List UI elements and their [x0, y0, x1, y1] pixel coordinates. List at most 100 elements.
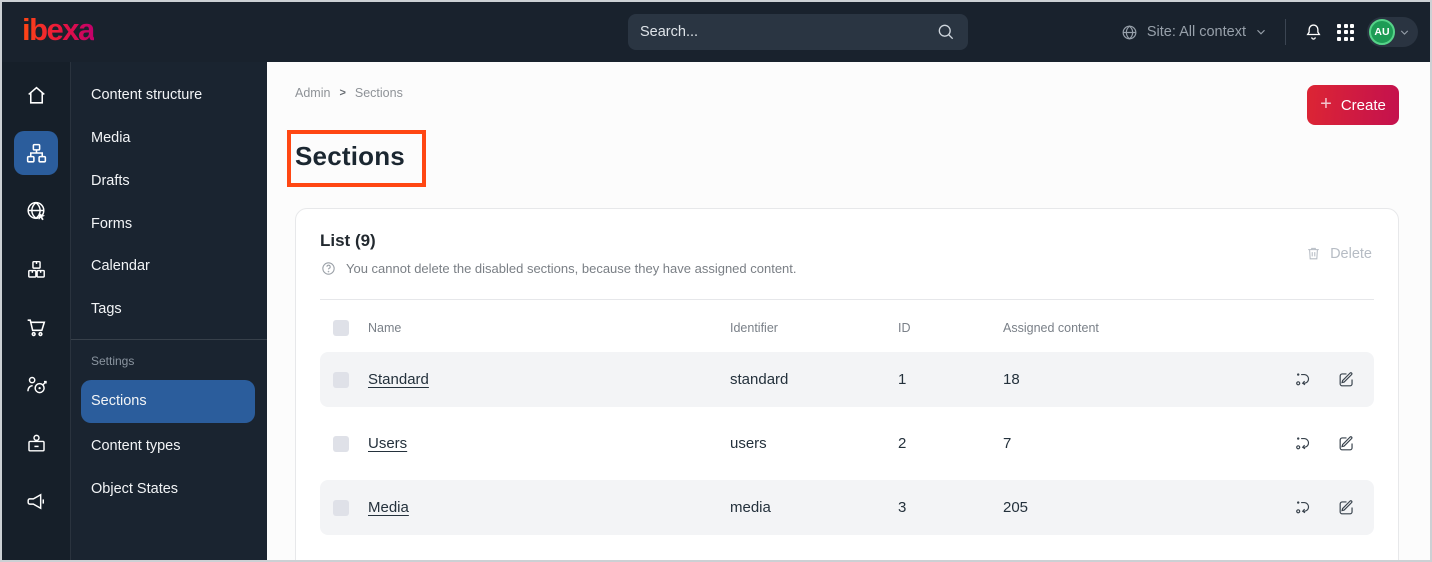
section-assigned-content: 18 — [1003, 371, 1020, 388]
megaphone-icon — [24, 489, 49, 514]
app-switcher-button[interactable] — [1337, 23, 1354, 41]
main-content: Admin > Sections + Create Sections List … — [267, 62, 1430, 560]
chevron-down-icon — [1398, 26, 1411, 39]
rail-item-dashboard[interactable] — [14, 73, 58, 117]
menu-item-calendar[interactable]: Calendar — [71, 245, 267, 288]
breadcrumb-admin[interactable]: Admin — [295, 86, 330, 100]
edit-button[interactable] — [1337, 434, 1356, 453]
secondary-menu: Content structure Media Drafts Forms Cal… — [70, 62, 267, 560]
ibexa-logo[interactable]: ibexa — [22, 14, 95, 45]
breadcrumb: Admin > Sections — [295, 86, 1430, 100]
badge-icon — [24, 431, 49, 456]
table-divider — [320, 299, 1374, 300]
menu-item-content-types[interactable]: Content types — [71, 425, 267, 468]
search-input[interactable] — [640, 24, 936, 40]
globe-cursor-icon — [24, 199, 49, 224]
menu-divider — [71, 339, 267, 341]
table-row: Users users 2 7 — [320, 416, 1374, 471]
list-title: List (9) — [320, 231, 376, 250]
section-identifier: media — [730, 499, 771, 516]
audience-target-icon — [24, 373, 49, 398]
menu-item-media[interactable]: Media — [71, 117, 267, 160]
edit-icon — [1337, 498, 1356, 517]
rail-item-marketing[interactable] — [14, 479, 58, 523]
help-icon — [320, 260, 337, 277]
column-header-identifier: Identifier — [730, 321, 778, 335]
cart-icon — [24, 315, 49, 340]
row-checkbox[interactable] — [333, 371, 349, 388]
site-context-selector[interactable]: Site: All context — [1120, 23, 1268, 42]
delete-button[interactable]: Delete — [1305, 245, 1372, 262]
row-checkbox[interactable] — [333, 435, 349, 452]
edit-button[interactable] — [1337, 498, 1356, 517]
page-title: Sections — [295, 141, 405, 171]
boxes-icon — [24, 257, 49, 282]
assign-content-icon — [1294, 370, 1313, 389]
icon-rail — [2, 62, 70, 560]
edit-button[interactable] — [1337, 370, 1356, 389]
delete-button-label: Delete — [1330, 245, 1372, 262]
trash-icon — [1305, 245, 1322, 262]
table-row: Media media 3 205 — [320, 480, 1374, 535]
assign-content-icon — [1294, 434, 1313, 453]
create-button[interactable]: + Create — [1307, 85, 1399, 125]
menu-item-forms[interactable]: Forms — [71, 203, 267, 246]
breadcrumb-separator: > — [339, 87, 346, 99]
avatar[interactable]: AU — [1369, 19, 1395, 45]
row-checkbox[interactable] — [333, 499, 349, 516]
assign-content-button[interactable] — [1294, 498, 1313, 517]
select-all-checkbox[interactable] — [333, 320, 349, 336]
edit-icon — [1337, 370, 1356, 389]
global-search[interactable] — [628, 14, 968, 50]
home-icon — [24, 83, 49, 108]
title-annotation-box: Sections — [287, 130, 426, 187]
section-id: 2 — [898, 435, 907, 452]
topbar-divider — [1285, 19, 1286, 45]
section-name-link[interactable]: Standard — [368, 371, 730, 388]
list-info-text: You cannot delete the disabled sections,… — [346, 261, 797, 276]
menu-item-content-structure[interactable]: Content structure — [71, 74, 267, 117]
table-header: Name Identifier ID Assigned content — [320, 312, 1374, 344]
assign-content-icon — [1294, 498, 1313, 517]
topbar-right-cluster: Site: All context AU — [1120, 2, 1418, 62]
app-grid-icon — [1337, 23, 1354, 41]
menu-group-settings: Settings — [91, 354, 135, 369]
top-bar: ibexa Site: All context — [2, 2, 1430, 62]
section-identifier: users — [730, 435, 767, 452]
sections-list-card: List (9) You cannot delete the disabled … — [295, 208, 1399, 560]
sitemap-icon — [24, 141, 49, 166]
menu-item-sections[interactable]: Sections — [81, 380, 255, 423]
rail-item-site[interactable] — [14, 189, 58, 233]
rail-item-content[interactable] — [14, 131, 58, 175]
search-icon[interactable] — [936, 22, 956, 42]
section-name-link[interactable]: Users — [368, 435, 730, 452]
column-header-name: Name — [368, 321, 402, 335]
section-id: 3 — [898, 499, 907, 516]
rail-item-corporate[interactable] — [14, 421, 58, 465]
section-assigned-content: 205 — [1003, 499, 1029, 516]
assign-content-button[interactable] — [1294, 434, 1313, 453]
rail-item-personalization[interactable] — [14, 363, 58, 407]
globe-icon — [1120, 23, 1139, 42]
section-identifier: standard — [730, 371, 789, 388]
section-id: 1 — [898, 371, 907, 388]
chevron-down-icon — [1254, 25, 1268, 39]
menu-item-tags[interactable]: Tags — [71, 288, 267, 331]
plus-icon: + — [1320, 93, 1332, 115]
assign-content-button[interactable] — [1294, 370, 1313, 389]
menu-item-drafts[interactable]: Drafts — [71, 160, 267, 203]
rail-item-commerce[interactable] — [14, 305, 58, 349]
app-window: ibexa Site: All context — [0, 0, 1432, 562]
column-header-assigned: Assigned content — [1003, 321, 1099, 335]
create-button-label: Create — [1340, 96, 1386, 114]
section-name-link[interactable]: Media — [368, 499, 730, 516]
site-context-label: Site: All context — [1146, 24, 1246, 40]
notifications-button[interactable] — [1303, 22, 1324, 43]
column-header-id: ID — [898, 321, 911, 335]
user-menu[interactable]: AU — [1367, 17, 1418, 47]
rail-item-products[interactable] — [14, 247, 58, 291]
menu-item-object-states[interactable]: Object States — [71, 468, 267, 511]
breadcrumb-sections[interactable]: Sections — [355, 86, 403, 100]
section-assigned-content: 7 — [1003, 435, 1012, 452]
table-row: Standard standard 1 18 — [320, 352, 1374, 407]
